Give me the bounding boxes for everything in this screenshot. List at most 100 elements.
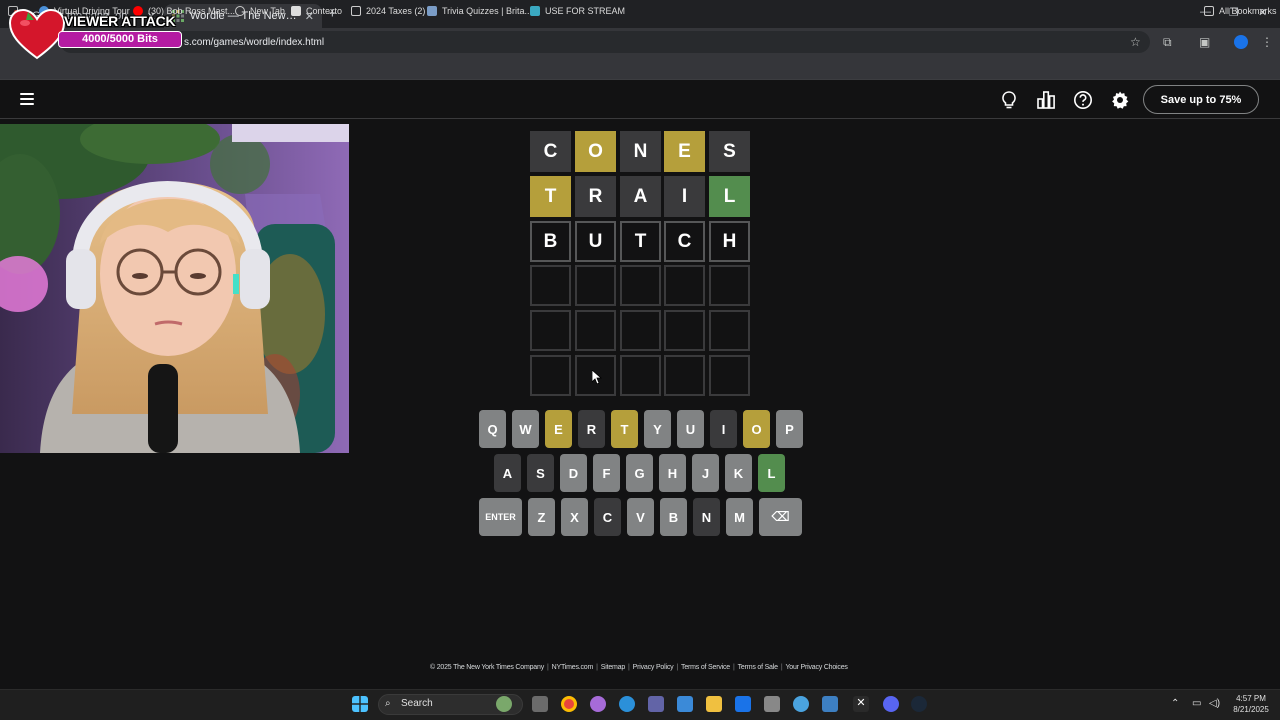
key-s[interactable]: S: [527, 454, 554, 492]
footer-links: © 2025 The New York Times Company | NYTime…: [430, 664, 848, 671]
teams-icon[interactable]: [648, 696, 664, 712]
help-icon[interactable]: [1073, 90, 1093, 110]
bookmark-star-icon[interactable]: ☆: [1130, 35, 1141, 49]
microsoft-365-icon[interactable]: [793, 696, 809, 712]
all-bookmarks[interactable]: All Bookmarks: [1204, 6, 1277, 16]
key-i[interactable]: I: [710, 410, 737, 448]
board-tile: [530, 355, 571, 396]
outlook-icon[interactable]: [735, 696, 751, 712]
key-d[interactable]: D: [560, 454, 587, 492]
key-p[interactable]: P: [776, 410, 803, 448]
mouse-cursor-icon: [592, 370, 602, 384]
key-x[interactable]: X: [561, 498, 588, 536]
board-tile: S: [709, 131, 750, 172]
key-g[interactable]: G: [626, 454, 653, 492]
key-j[interactable]: J: [692, 454, 719, 492]
stats-icon[interactable]: [1036, 90, 1056, 110]
tray-chevron-icon[interactable]: ⌃: [1171, 698, 1179, 709]
footer-separator: |: [676, 664, 679, 671]
board-tile: E: [664, 131, 705, 172]
store-icon[interactable]: [677, 696, 693, 712]
board-tile: R: [575, 176, 616, 217]
board-tile: L: [709, 176, 750, 217]
app-icon[interactable]: [822, 696, 838, 712]
save-button[interactable]: Save up to 75%: [1143, 85, 1259, 114]
board-tile: [709, 355, 750, 396]
viewer-attack-title: VIEWER ATTACK: [64, 13, 176, 29]
bookmark-contexto[interactable]: Contexto: [291, 6, 342, 16]
hamburger-menu-icon[interactable]: [20, 93, 34, 105]
key-o[interactable]: O: [743, 410, 770, 448]
key-w[interactable]: W: [512, 410, 539, 448]
bookmark-stream[interactable]: USE FOR STREAM: [530, 6, 625, 16]
chrome-icon[interactable]: [561, 696, 577, 712]
copilot-icon[interactable]: [590, 696, 606, 712]
board-tile: [664, 265, 705, 306]
bookmark-taxes[interactable]: 2024 Taxes (2): [351, 6, 425, 16]
key-v[interactable]: V: [627, 498, 654, 536]
settings-icon[interactable]: [1110, 90, 1130, 110]
capcut-icon[interactable]: ✕: [853, 696, 869, 712]
key-q[interactable]: Q: [479, 410, 506, 448]
board-tile: [530, 265, 571, 306]
board-tile: [709, 265, 750, 306]
search-highlight-icon[interactable]: [496, 696, 512, 712]
key-c[interactable]: C: [594, 498, 621, 536]
key-n[interactable]: N: [693, 498, 720, 536]
bookmark-new-tab[interactable]: New Tab: [235, 6, 285, 16]
board-tile: A: [620, 176, 661, 217]
key-b[interactable]: B: [660, 498, 687, 536]
discord-icon[interactable]: [883, 696, 899, 712]
key-z[interactable]: Z: [528, 498, 555, 536]
taskbar-clock[interactable]: 4:57 PM 8/21/2025: [1229, 693, 1273, 715]
footer-link[interactable]: Your Privacy Choices: [785, 664, 847, 671]
folder-icon: [1204, 6, 1214, 16]
volume-icon[interactable]: ◁): [1209, 698, 1220, 709]
key-a[interactable]: A: [494, 454, 521, 492]
board-tile: [620, 265, 661, 306]
footer-link[interactable]: Privacy Policy: [633, 664, 674, 671]
profile-avatar[interactable]: [1234, 35, 1248, 49]
key-h[interactable]: H: [659, 454, 686, 492]
steam-icon[interactable]: [911, 696, 927, 712]
key-m[interactable]: M: [726, 498, 753, 536]
board-tile: B: [530, 221, 571, 262]
key-l[interactable]: L: [758, 454, 785, 492]
board-tile: [709, 310, 750, 351]
key-f[interactable]: F: [593, 454, 620, 492]
extensions-icon[interactable]: ⧉: [1163, 35, 1172, 50]
network-icon[interactable]: ▭: [1192, 698, 1201, 709]
footer-link[interactable]: Terms of Sale: [738, 664, 778, 671]
file-explorer-icon[interactable]: [706, 696, 722, 712]
footer-link[interactable]: Sitemap: [601, 664, 625, 671]
key-enter[interactable]: ENTER: [479, 498, 522, 536]
footer-link[interactable]: Terms of Service: [681, 664, 730, 671]
webcam-feed: [0, 124, 349, 453]
footer-link[interactable]: NYTimes.com: [552, 664, 594, 671]
edge-icon[interactable]: [619, 696, 635, 712]
windows-start-icon[interactable]: [352, 696, 368, 712]
board-tile: H: [709, 221, 750, 262]
key-u[interactable]: U: [677, 410, 704, 448]
menu-dots-icon[interactable]: ⋮: [1261, 35, 1273, 49]
footer-link: © 2025 The New York Times Company: [430, 664, 544, 671]
bookmark-trivia[interactable]: Trivia Quizzes | Brita...: [427, 6, 532, 16]
board-tile: I: [664, 176, 705, 217]
key-r[interactable]: R: [578, 410, 605, 448]
board-tile: T: [620, 221, 661, 262]
key-backspace[interactable]: ⌫: [759, 498, 802, 536]
folder-icon: [351, 6, 361, 16]
sidepanel-icon[interactable]: ▣: [1199, 35, 1210, 49]
p-icon: [530, 6, 540, 16]
bits-progress: 4000/5000 Bits: [58, 31, 182, 48]
app-icon[interactable]: [764, 696, 780, 712]
board-tile: T: [530, 176, 571, 217]
key-y[interactable]: Y: [644, 410, 671, 448]
key-e[interactable]: E: [545, 410, 572, 448]
url-text[interactable]: s.com/games/wordle/index.html: [184, 37, 324, 48]
key-k[interactable]: K: [725, 454, 752, 492]
task-view-icon[interactable]: [532, 696, 548, 712]
hint-icon[interactable]: [999, 90, 1019, 110]
trivia-icon: [427, 6, 437, 16]
key-t[interactable]: T: [611, 410, 638, 448]
